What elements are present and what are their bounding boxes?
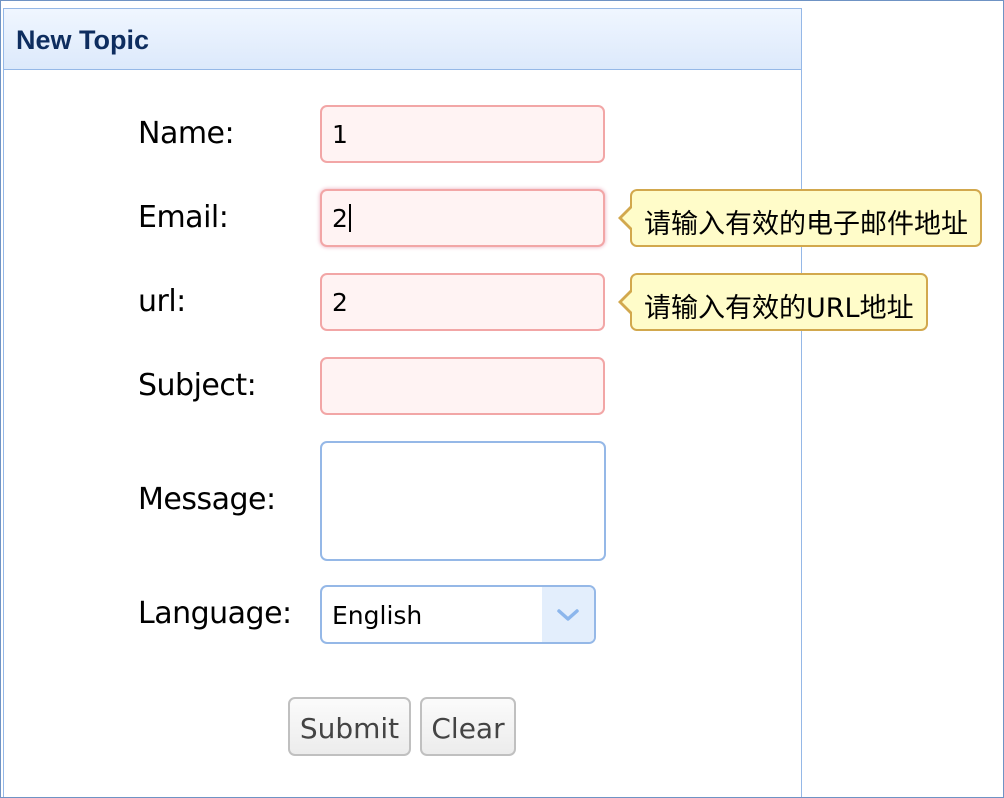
chevron-down-icon (557, 609, 579, 621)
url-input[interactable]: 2 (320, 273, 605, 331)
email-error-tooltip: 请输入有效的电子邮件地址 (618, 189, 982, 247)
email-label: Email: (138, 200, 229, 235)
url-value: 2 (332, 288, 348, 317)
url-label: url: (138, 284, 186, 319)
panel-title: New Topic (16, 25, 150, 55)
name-value: 1 (332, 120, 348, 149)
url-error-tooltip: 请输入有效的URL地址 (618, 273, 928, 331)
language-label: Language: (138, 596, 292, 631)
url-error-text: 请输入有效的URL地址 (644, 293, 914, 324)
dropdown-button[interactable] (542, 587, 594, 642)
clear-button[interactable]: Clear (420, 697, 516, 756)
submit-button[interactable]: Submit (288, 697, 411, 756)
message-textarea[interactable] (320, 441, 606, 561)
email-error-text: 请输入有效的电子邮件地址 (644, 209, 968, 240)
message-label: Message: (138, 482, 276, 517)
name-label: Name: (138, 116, 235, 151)
subject-input[interactable] (320, 357, 605, 415)
email-value: 2 (332, 204, 348, 233)
tooltip-pointer-fill (622, 291, 633, 313)
email-input[interactable]: 2 (320, 189, 605, 247)
panel-header: New Topic (4, 9, 801, 70)
tooltip-pointer-fill (622, 207, 633, 229)
subject-label: Subject: (138, 368, 257, 403)
name-input[interactable]: 1 (320, 105, 605, 163)
language-selected-value: English (332, 601, 423, 630)
language-select[interactable]: English (320, 585, 596, 644)
text-caret (348, 204, 351, 232)
